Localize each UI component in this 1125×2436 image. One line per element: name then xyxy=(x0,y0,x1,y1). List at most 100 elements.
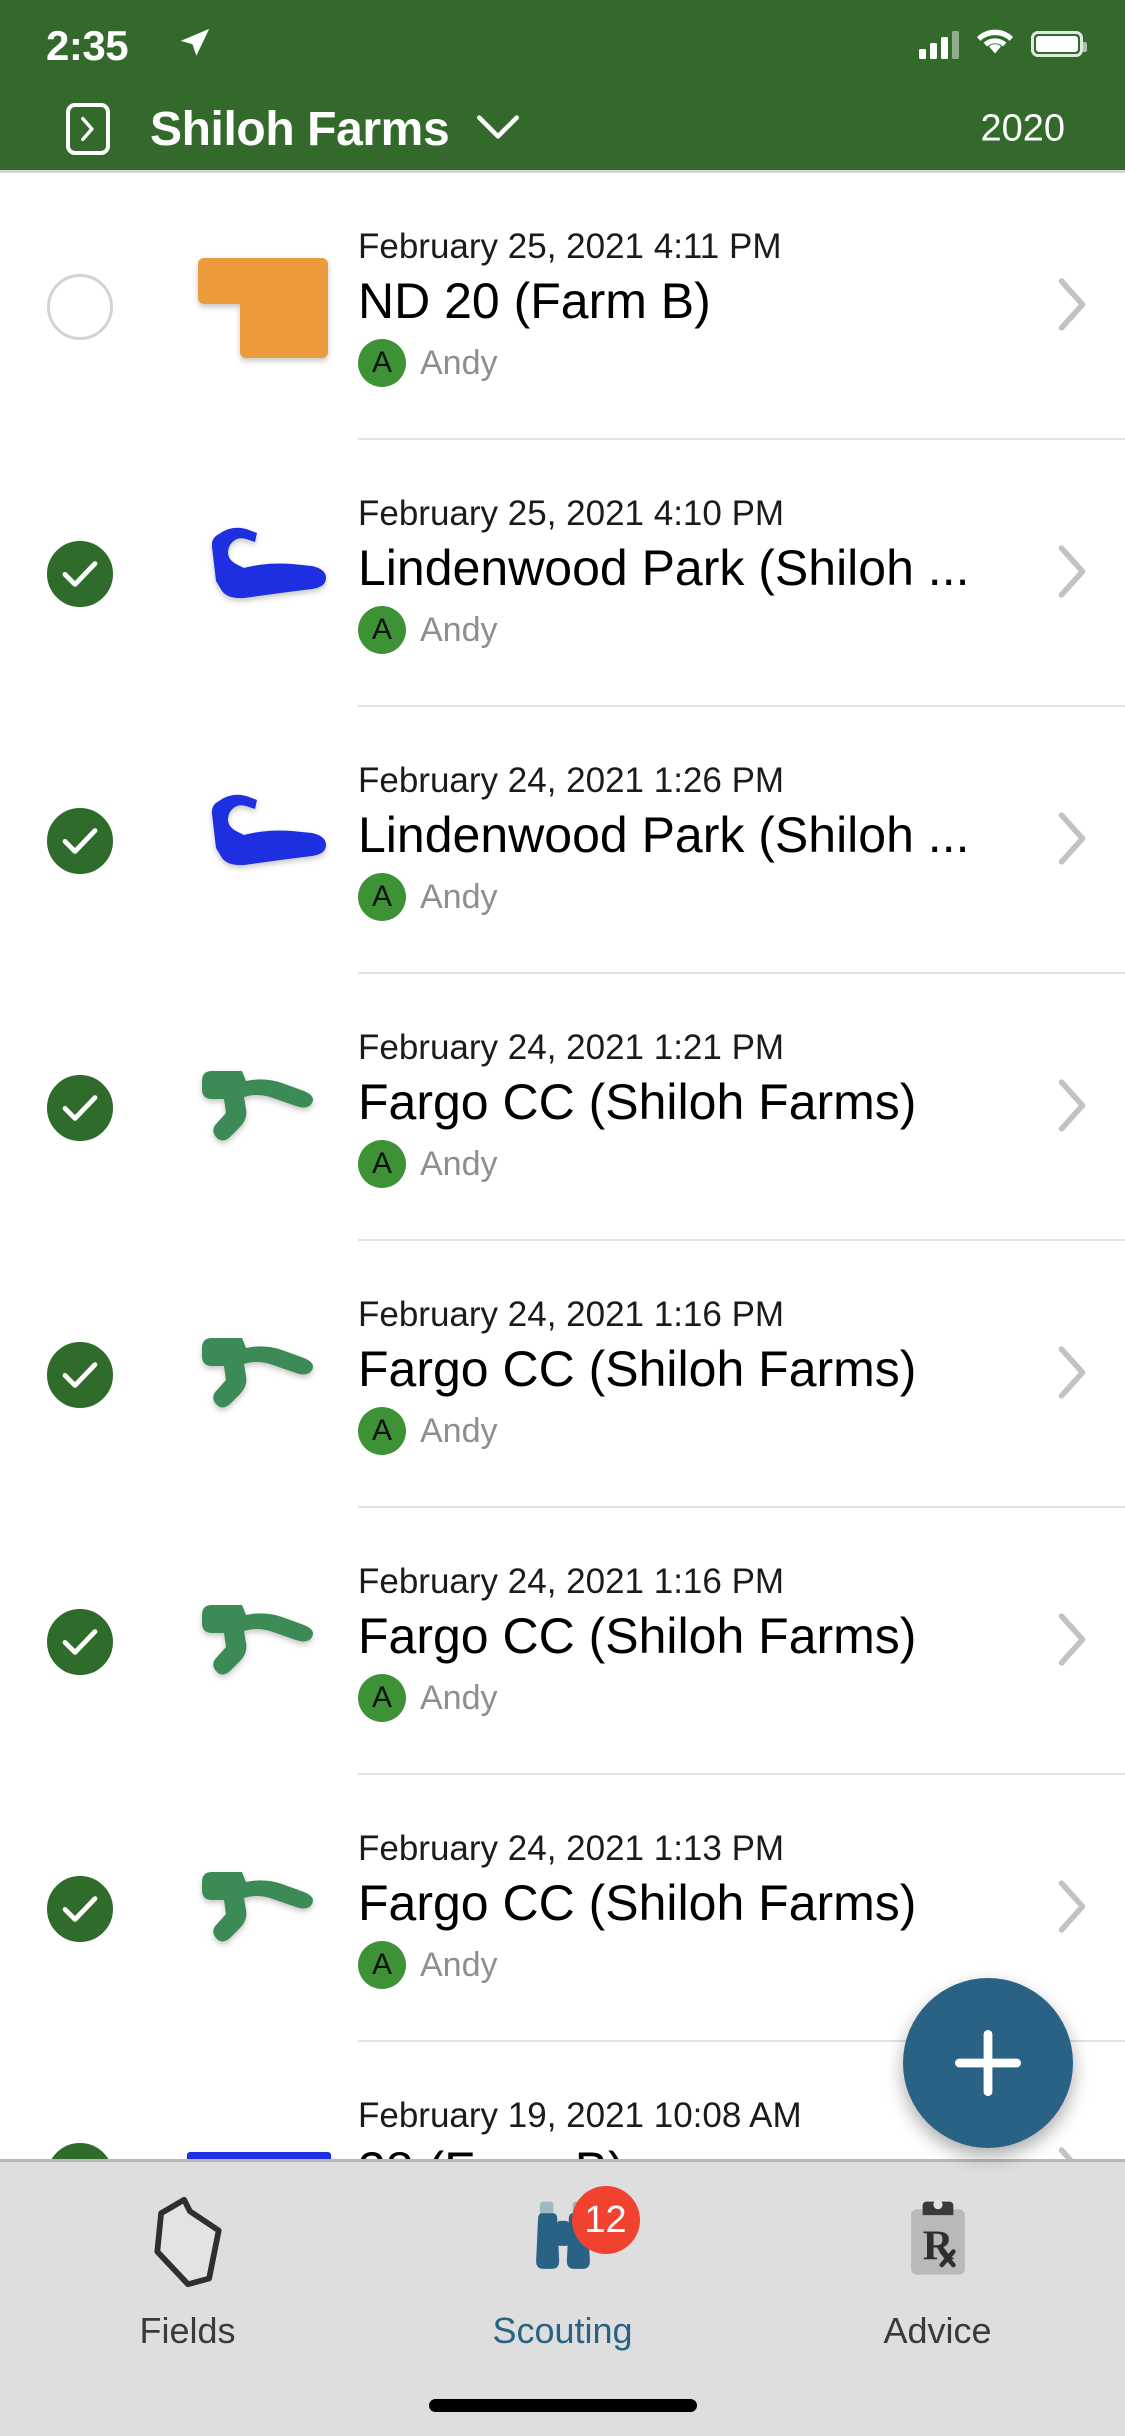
list-item[interactable]: February 24, 2021 1:16 PM Fargo CC (Shil… xyxy=(0,1241,1125,1508)
report-date: February 24, 2021 1:21 PM xyxy=(358,1027,785,1067)
check-icon xyxy=(62,1628,98,1655)
user-name: Andy xyxy=(420,1678,498,1717)
user-name: Andy xyxy=(420,1144,498,1183)
row-select-cell[interactable] xyxy=(0,1875,160,1942)
rx-clipboard-icon: R xyxy=(895,2192,981,2292)
row-select-cell[interactable] xyxy=(0,540,160,607)
battery-full-icon xyxy=(1031,30,1087,57)
row-select-cell[interactable] xyxy=(0,273,160,340)
chevron-down-icon[interactable] xyxy=(475,112,521,147)
user-name: Andy xyxy=(420,343,498,382)
nav-bar: Shiloh Farms 2020 xyxy=(0,88,1125,170)
row-select-cell[interactable] xyxy=(0,1341,160,1408)
chevron-right-icon[interactable] xyxy=(1055,1077,1089,1138)
user-name: Andy xyxy=(420,1945,498,1984)
row-select-cell[interactable] xyxy=(0,1074,160,1141)
checkbox-checked[interactable] xyxy=(47,540,113,607)
report-user: A Andy xyxy=(358,339,1085,388)
checkbox-checked[interactable] xyxy=(47,807,113,874)
page-title: Shiloh Farms xyxy=(150,102,450,156)
report-title: Fargo CC (Shiloh Farms) xyxy=(358,1074,917,1131)
avatar: A xyxy=(358,339,406,388)
report-user: A Andy xyxy=(358,606,1085,655)
tab-fields[interactable]: Fields xyxy=(0,2162,375,2352)
report-title: Lindenwood Park (Shiloh ... xyxy=(358,807,970,864)
field-shape-green-branch xyxy=(202,1604,313,1674)
report-date: February 25, 2021 4:11 PM xyxy=(358,226,782,266)
row-select-cell[interactable] xyxy=(0,807,160,874)
checkbox-unchecked[interactable] xyxy=(47,273,113,340)
chevron-right-box-icon[interactable] xyxy=(66,103,110,155)
report-date: February 25, 2021 4:10 PM xyxy=(358,493,785,533)
add-scouting-report-button[interactable] xyxy=(903,1978,1073,2148)
row-text: February 24, 2021 1:21 PM Fargo CC (Shil… xyxy=(358,1027,1125,1189)
chevron-right-icon[interactable] xyxy=(1055,1611,1089,1672)
chevron-right-icon[interactable] xyxy=(1055,276,1089,337)
row-text: February 24, 2021 1:16 PM Fargo CC (Shil… xyxy=(358,1294,1125,1456)
row-text: February 24, 2021 1:26 PM Lindenwood Par… xyxy=(358,760,1125,922)
user-name: Andy xyxy=(420,877,498,916)
tab-scouting[interactable]: 12 Scouting xyxy=(375,2162,750,2352)
report-user: A Andy xyxy=(358,1140,1085,1189)
checkbox-checked[interactable] xyxy=(47,1074,113,1141)
field-thumbnail xyxy=(160,522,358,626)
field-thumbnail xyxy=(160,789,358,893)
chevron-right-icon[interactable] xyxy=(1055,2145,1089,2159)
report-title: Fargo CC (Shiloh Farms) xyxy=(358,1875,917,1932)
report-user: A Andy xyxy=(358,873,1085,922)
status-bar-indicators xyxy=(919,26,1087,61)
check-icon xyxy=(62,560,98,587)
chevron-right-icon[interactable] xyxy=(1055,1344,1089,1405)
tab-label-advice: Advice xyxy=(883,2310,992,2351)
plus-icon xyxy=(955,2030,1021,2096)
tab-advice[interactable]: R Advice xyxy=(750,2162,1125,2352)
check-icon xyxy=(62,827,98,854)
home-indicator[interactable] xyxy=(428,2399,697,2412)
field-thumbnail xyxy=(160,252,358,362)
season-year[interactable]: 2020 xyxy=(980,108,1065,151)
report-title: Lindenwood Park (Shiloh ... xyxy=(358,540,970,597)
avatar: A xyxy=(358,1140,406,1189)
chevron-right-icon[interactable] xyxy=(1055,810,1089,871)
status-bar: 2:35 xyxy=(0,0,1125,88)
check-icon xyxy=(62,1094,98,1121)
report-date: February 24, 2021 1:26 PM xyxy=(358,760,785,800)
status-bar-time: 2:35 xyxy=(46,22,129,69)
row-text: February 24, 2021 1:16 PM Fargo CC (Shil… xyxy=(358,1561,1125,1723)
row-select-cell[interactable] xyxy=(0,1608,160,1675)
avatar: A xyxy=(358,1407,406,1456)
scouting-report-list[interactable]: February 25, 2021 4:11 PM ND 20 (Farm B)… xyxy=(0,173,1125,2159)
checkbox-checked[interactable] xyxy=(47,1341,113,1408)
check-icon xyxy=(62,1361,98,1388)
avatar: A xyxy=(358,873,406,922)
chevron-right-icon[interactable] xyxy=(1055,1878,1089,1939)
report-title: 38 (Farm B) xyxy=(358,2140,998,2159)
report-title: ND 20 (Farm B) xyxy=(358,273,711,330)
tab-label-scouting: Scouting xyxy=(492,2310,633,2351)
avatar: A xyxy=(358,1674,406,1723)
list-item[interactable]: February 25, 2021 4:10 PM Lindenwood Par… xyxy=(0,440,1125,707)
checkbox-checked[interactable] xyxy=(47,2142,113,2159)
report-user: A Andy xyxy=(358,1674,1085,1723)
checkbox-checked[interactable] xyxy=(47,1608,113,1675)
row-text: February 24, 2021 1:13 PM Fargo CC (Shil… xyxy=(358,1828,1125,1990)
chevron-right-icon[interactable] xyxy=(1055,543,1089,604)
field-thumbnail xyxy=(160,1587,358,1697)
checkbox-checked[interactable] xyxy=(47,1875,113,1942)
tab-label-fields: Fields xyxy=(139,2310,236,2351)
scouting-badge-count: 12 xyxy=(571,2186,640,2254)
binoculars-icon: 12 xyxy=(520,2186,640,2292)
bottom-tab-bar[interactable]: Fields 12 Scouting R Advice xyxy=(0,2159,1125,2436)
avatar: A xyxy=(358,1941,406,1990)
row-select-cell[interactable] xyxy=(0,2142,160,2159)
field-shape-blue-hook xyxy=(211,794,326,865)
list-item[interactable]: February 24, 2021 1:16 PM Fargo CC (Shil… xyxy=(0,1508,1125,1775)
list-item[interactable]: February 24, 2021 1:21 PM Fargo CC (Shil… xyxy=(0,974,1125,1241)
wifi-icon xyxy=(975,26,1015,61)
report-date: February 24, 2021 1:16 PM xyxy=(358,1561,785,1601)
field-polygon-icon xyxy=(145,2192,231,2292)
phone-screen: 2:35 Shiloh Farms 2020 February 25, 2021… xyxy=(0,0,1125,2436)
list-item[interactable]: February 25, 2021 4:11 PM ND 20 (Farm B)… xyxy=(0,173,1125,440)
report-title: Fargo CC (Shiloh Farms) xyxy=(358,1608,917,1665)
list-item[interactable]: February 24, 2021 1:26 PM Lindenwood Par… xyxy=(0,707,1125,974)
